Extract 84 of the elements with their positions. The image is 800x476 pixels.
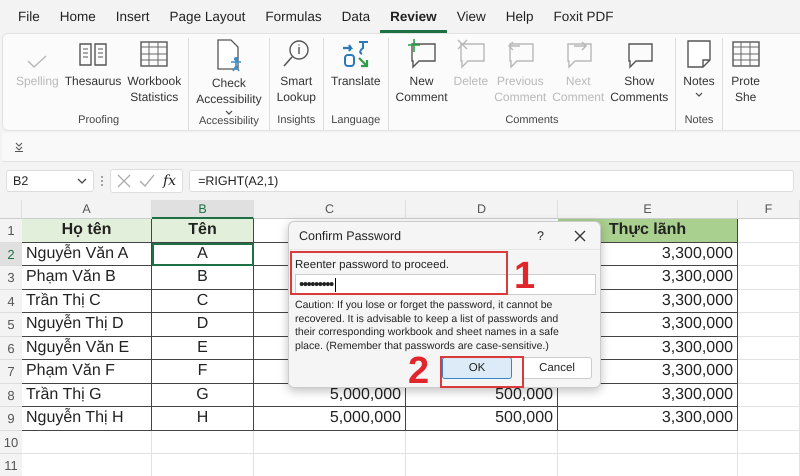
table-cell: G — [152, 384, 254, 407]
ribbon-button[interactable]: Workbook Statistics — [124, 38, 184, 114]
ribbon-button[interactable]: Show Comments — [607, 38, 672, 114]
column-header[interactable]: A — [22, 200, 152, 219]
caret-icon — [77, 178, 87, 184]
table-cell: 3,300,000 — [558, 407, 738, 430]
empty-cell — [738, 266, 800, 290]
dialog-title: Confirm Password — [299, 228, 402, 242]
ribbon-button[interactable]: Smart Lookup — [274, 38, 319, 114]
comment-icon — [454, 38, 487, 70]
insert-function-button[interactable]: fx — [163, 173, 176, 189]
column-header[interactable]: E — [558, 200, 738, 219]
name-box[interactable]: B2 — [6, 170, 94, 192]
column-header[interactable]: F — [738, 200, 800, 219]
table-cell: 500,000 — [406, 407, 558, 430]
cancel-button[interactable]: Cancel — [522, 357, 592, 379]
empty-cell — [738, 430, 800, 454]
empty-cell — [738, 360, 800, 384]
empty-cell — [738, 313, 800, 336]
column-header[interactable]: D — [406, 200, 558, 219]
ribbon-button[interactable]: Notes — [680, 38, 718, 114]
column-header[interactable]: B — [152, 200, 254, 219]
column-header[interactable]: C — [254, 200, 406, 219]
table-cell: Nguyễn Văn E — [22, 336, 152, 360]
empty-cell — [738, 407, 800, 430]
row-header[interactable]: 5 — [0, 313, 22, 336]
table-cell: Phạm Văn B — [22, 266, 152, 290]
ok-button[interactable]: OK — [442, 357, 512, 379]
row-header[interactable]: 2 — [0, 242, 22, 266]
ribbon-tab[interactable]: Help — [496, 0, 544, 33]
empty-cell — [738, 384, 800, 407]
table-cell: Nguyễn Thị H — [22, 407, 152, 430]
close-icon[interactable] — [574, 230, 586, 242]
table-cell: H — [152, 407, 254, 430]
group-label: Insights — [277, 114, 316, 128]
drag-handle-icon[interactable] — [100, 175, 104, 187]
expand-icon[interactable] — [14, 142, 24, 152]
table-cell: Nguyễn Thị D — [22, 313, 152, 336]
row-header[interactable]: 8 — [0, 384, 22, 407]
group-label: Accessibility — [198, 115, 259, 129]
ribbon-tab[interactable]: View — [446, 0, 496, 33]
table-cell: Nguyễn Văn A — [22, 242, 152, 266]
ribbon-tab[interactable]: Data — [332, 0, 380, 33]
ribbon-tab[interactable]: File — [8, 0, 50, 33]
group-label: Comments — [505, 114, 558, 128]
row-header[interactable]: 9 — [0, 407, 22, 430]
formula-field[interactable]: =RIGHT(A2,1) — [189, 170, 794, 192]
comment-icon — [406, 38, 438, 70]
ribbon-button[interactable]: New Comment — [392, 38, 451, 114]
ribbon-tab[interactable]: Page Layout — [160, 0, 256, 33]
caution-text: Caution: If you lose or forget the password, it cannot be recovered. It is advisable to keep a list of passwords and their corresponding workbook and sheet names in a safe place. (Remember that passwords are case-sensitive.) — [295, 299, 560, 353]
header-cell: Tên — [152, 219, 254, 242]
help-button[interactable]: ? — [537, 228, 544, 242]
ribbon-tab[interactable]: Insert — [106, 0, 160, 33]
header-cell: Họ tên — [22, 219, 152, 242]
ribbon-button[interactable]: Translate — [328, 38, 384, 114]
prompt-label: Reenter password to proceed. — [295, 259, 450, 271]
table-cell: Trần Thị G — [22, 384, 152, 407]
table-cell: A — [152, 242, 254, 266]
checkmark-icon — [27, 55, 48, 69]
table-cell: Phạm Văn F — [22, 360, 152, 384]
empty-cell — [738, 242, 800, 266]
ribbon-tab[interactable]: Home — [50, 0, 106, 33]
group-label: Notes — [684, 114, 714, 128]
empty-cell — [738, 336, 800, 360]
ribbon-tab[interactable]: Formulas — [255, 0, 332, 33]
row-header[interactable]: 6 — [0, 336, 22, 360]
row-header[interactable]: 1 — [0, 219, 22, 242]
ribbon-tab[interactable]: Foxit PDF — [543, 0, 624, 33]
row-header[interactable]: 3 — [0, 266, 22, 290]
row-header[interactable]: 4 — [0, 290, 22, 313]
ribbon-button[interactable]: Thesaurus — [62, 38, 124, 114]
row-header[interactable]: 10 — [0, 430, 22, 454]
table-cell: 5,000,000 — [254, 407, 406, 430]
row-header[interactable]: 11 — [0, 454, 22, 476]
enter-icon[interactable] — [139, 174, 155, 188]
empty-cell — [738, 290, 800, 313]
table-cell: Trần Thị C — [22, 290, 152, 313]
group-label: Language — [331, 114, 380, 128]
ribbon-button[interactable]: Prote She — [726, 38, 765, 130]
group-label: Proofing — [78, 114, 120, 128]
cancel-icon[interactable] — [117, 174, 131, 188]
row-header[interactable]: 7 — [0, 360, 22, 384]
ribbon-button[interactable]: Check Accessibility — [193, 38, 265, 115]
